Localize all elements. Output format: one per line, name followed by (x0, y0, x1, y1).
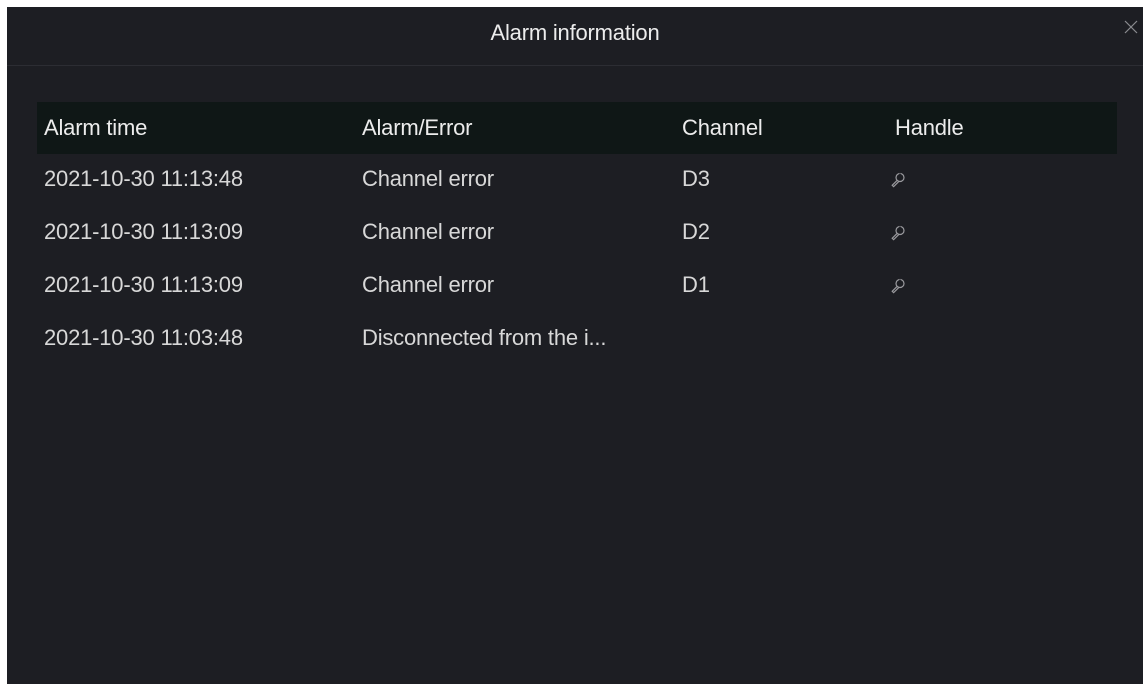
wrench-icon[interactable] (889, 171, 907, 189)
alarm-information-dialog: Alarm information Alarm time Alarm/Error… (7, 7, 1143, 684)
table-row: 2021-10-30 11:13:48 Channel error D3 (37, 154, 1117, 207)
alarm-time-cell: 2021-10-30 11:03:48 (44, 325, 243, 350)
table-row: 2021-10-30 11:13:09 Channel error D1 (37, 260, 1117, 313)
column-header-alarm-error: Alarm/Error (362, 115, 473, 140)
table-header: Alarm time Alarm/Error Channel Handle (37, 102, 1117, 154)
column-header-handle: Handle (895, 115, 964, 140)
channel-cell: D3 (682, 166, 710, 191)
alarm-type-cell: Channel error (362, 219, 494, 244)
dialog-title: Alarm information (490, 20, 660, 45)
column-header-alarm-time: Alarm time (44, 115, 148, 140)
table-row: 2021-10-30 11:13:09 Channel error D2 (37, 207, 1117, 260)
dialog-titlebar: Alarm information (7, 7, 1143, 66)
alarm-time-cell: 2021-10-30 11:13:09 (44, 272, 243, 297)
column-header-channel: Channel (682, 115, 763, 140)
wrench-icon[interactable] (889, 277, 907, 295)
close-icon[interactable] (1123, 19, 1139, 35)
alarm-type-cell: Channel error (362, 272, 494, 297)
alarm-type-cell: Channel error (362, 166, 494, 191)
wrench-icon[interactable] (889, 224, 907, 242)
alarm-type-cell: Disconnected from the i... (362, 325, 607, 350)
alarm-time-cell: 2021-10-30 11:13:09 (44, 219, 243, 244)
channel-cell: D1 (682, 272, 710, 297)
alarm-table: Alarm time Alarm/Error Channel Handle 20… (37, 102, 1117, 366)
table-row: 2021-10-30 11:03:48 Disconnected from th… (37, 313, 1117, 366)
channel-cell: D2 (682, 219, 710, 244)
alarm-time-cell: 2021-10-30 11:13:48 (44, 166, 243, 191)
